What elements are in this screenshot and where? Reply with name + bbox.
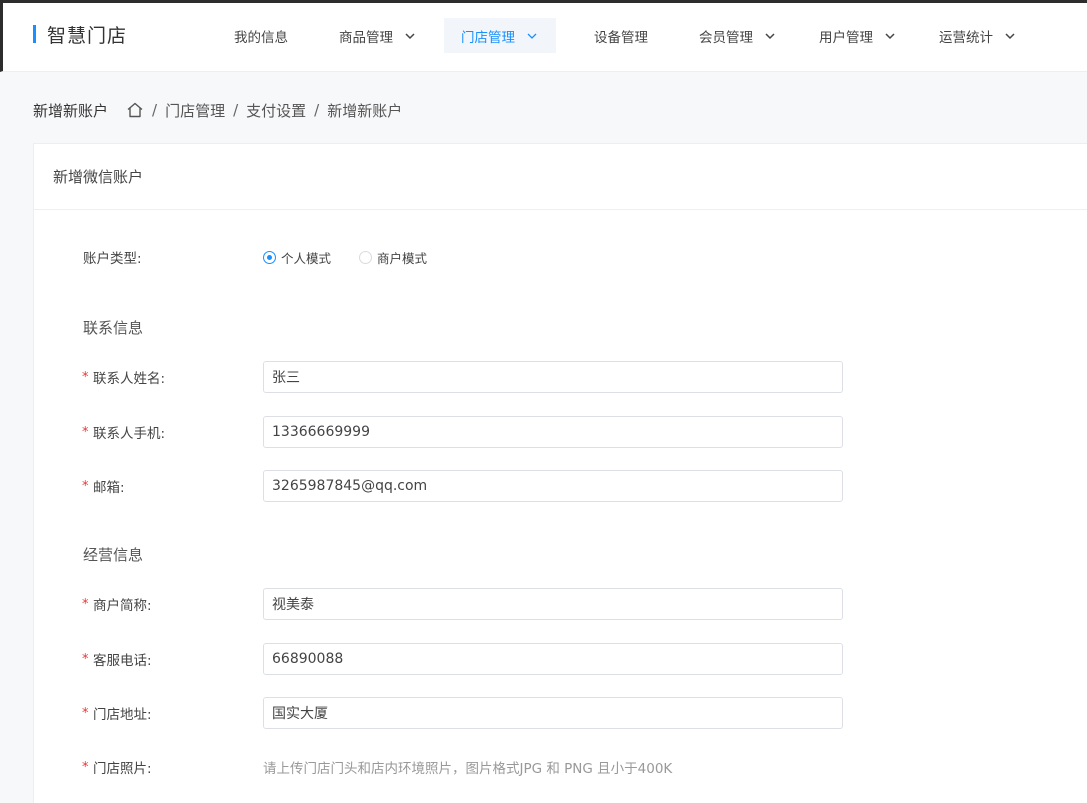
brand-name: 智慧门店 [47, 24, 128, 47]
card-title: 新增微信账户 [34, 144, 1087, 210]
home-icon[interactable] [126, 101, 144, 119]
chevron-down-icon [763, 29, 777, 43]
nav-item-users[interactable]: 用户管理 [803, 18, 913, 53]
breadcrumb-separator: / [314, 101, 320, 119]
service-phone-label: * 客服电话: [82, 649, 263, 670]
radio-checked-icon [263, 250, 276, 264]
contact-section-title: 联系信息 [83, 319, 144, 337]
store-address-row: * 门店地址: 国实大厦 [82, 697, 843, 729]
breadcrumb: 新增新账户 / 门店管理 / 支付设置 / 新增新账户 [33, 100, 402, 120]
nav-item-label: 商品管理 [339, 29, 393, 46]
account-type-row: 账户类型: 个人模式 商户模式 [83, 247, 455, 267]
radio-merchant-mode[interactable]: 商户模式 [359, 248, 427, 267]
brand-accent-bar [33, 25, 36, 43]
breadcrumb-item-store-management[interactable]: 门店管理 [165, 100, 225, 121]
nav-item-label: 用户管理 [819, 29, 873, 46]
store-photo-row: * 门店照片: 请上传门店门头和店内环境照片，图片格式JPG 和 PNG 且小于… [82, 757, 673, 778]
nav-item-label: 设备管理 [594, 29, 648, 46]
merchant-short-name-input[interactable]: 视美泰 [263, 588, 843, 620]
field-label: 邮箱: [93, 480, 125, 496]
store-photo-label: * 门店照片: [82, 757, 263, 778]
top-navbar: 智慧门店 我的信息 商品管理 门店管理 设备管理 会员管理 用户管理 运营统计 [0, 0, 1087, 72]
field-label: 客服电话: [93, 653, 152, 669]
chevron-down-icon [403, 29, 417, 43]
breadcrumb-separator: / [152, 101, 158, 119]
contact-name-row: * 联系人姓名: 张三 [82, 361, 843, 393]
form-card: 新增微信账户 账户类型: 个人模式 商户模式 联系信息 * 联系人姓名: 张三 … [33, 143, 1087, 803]
nav-item-label: 门店管理 [461, 29, 515, 46]
store-address-label: * 门店地址: [82, 703, 263, 724]
nav-item-store-management[interactable]: 门店管理 [444, 18, 556, 53]
required-mark: * [82, 369, 89, 385]
required-mark: * [82, 596, 89, 612]
breadcrumb-item-current: 新增新账户 [327, 101, 403, 120]
email-input[interactable]: 3265987845@qq.com [263, 470, 843, 502]
page-title: 新增新账户 [33, 101, 109, 120]
field-label: 门店地址: [93, 707, 152, 723]
contact-phone-label: * 联系人手机: [82, 422, 263, 443]
nav-item-devices[interactable]: 设备管理 [576, 18, 666, 53]
nav-item-label: 我的信息 [234, 29, 288, 46]
contact-phone-row: * 联系人手机: 13366669999 [82, 416, 843, 448]
radio-unchecked-icon [359, 250, 373, 264]
contact-name-label: * 联系人姓名: [82, 367, 263, 388]
business-section-title: 经营信息 [83, 546, 144, 564]
account-type-label: 账户类型: [83, 247, 263, 267]
radio-label: 个人模式 [281, 250, 332, 266]
field-label: 门店照片: [93, 761, 152, 777]
field-label: 账户类型: [83, 251, 142, 267]
radio-personal-mode[interactable]: 个人模式 [263, 248, 331, 267]
required-mark: * [82, 705, 89, 721]
field-label: 联系人姓名: [93, 371, 166, 387]
merchant-short-name-row: * 商户简称: 视美泰 [82, 588, 843, 620]
radio-label: 商户模式 [377, 250, 428, 266]
store-address-input[interactable]: 国实大厦 [263, 697, 843, 729]
brand[interactable]: 智慧门店 [33, 23, 128, 47]
account-type-radio-group: 个人模式 商户模式 [263, 248, 455, 267]
chevron-down-icon [1003, 29, 1017, 43]
contact-phone-input[interactable]: 13366669999 [263, 416, 843, 448]
service-phone-row: * 客服电话: 66890088 [82, 643, 843, 675]
field-label: 联系人手机: [93, 426, 166, 442]
required-mark: * [82, 424, 89, 440]
breadcrumb-item-payment-settings[interactable]: 支付设置 [246, 100, 306, 121]
email-label: * 邮箱: [82, 476, 263, 497]
chevron-down-icon [883, 29, 897, 43]
chevron-down-icon [525, 29, 539, 43]
email-row: * 邮箱: 3265987845@qq.com [82, 470, 843, 502]
nav-item-label: 运营统计 [939, 29, 993, 46]
store-photo-hint: 请上传门店门头和店内环境照片，图片格式JPG 和 PNG 且小于400K [263, 761, 673, 777]
nav-item-label: 会员管理 [699, 29, 753, 46]
nav-item-products[interactable]: 商品管理 [323, 18, 433, 53]
service-phone-input[interactable]: 66890088 [263, 643, 843, 675]
merchant-short-name-label: * 商户简称: [82, 594, 263, 615]
required-mark: * [82, 651, 89, 667]
breadcrumb-separator: / [233, 101, 239, 119]
nav-item-my-info[interactable]: 我的信息 [216, 18, 306, 53]
nav-item-operations-stats[interactable]: 运营统计 [923, 18, 1033, 53]
contact-name-input[interactable]: 张三 [263, 361, 843, 393]
required-mark: * [82, 759, 89, 775]
field-label: 商户简称: [93, 598, 152, 614]
nav-item-members[interactable]: 会员管理 [683, 18, 793, 53]
required-mark: * [82, 478, 89, 494]
